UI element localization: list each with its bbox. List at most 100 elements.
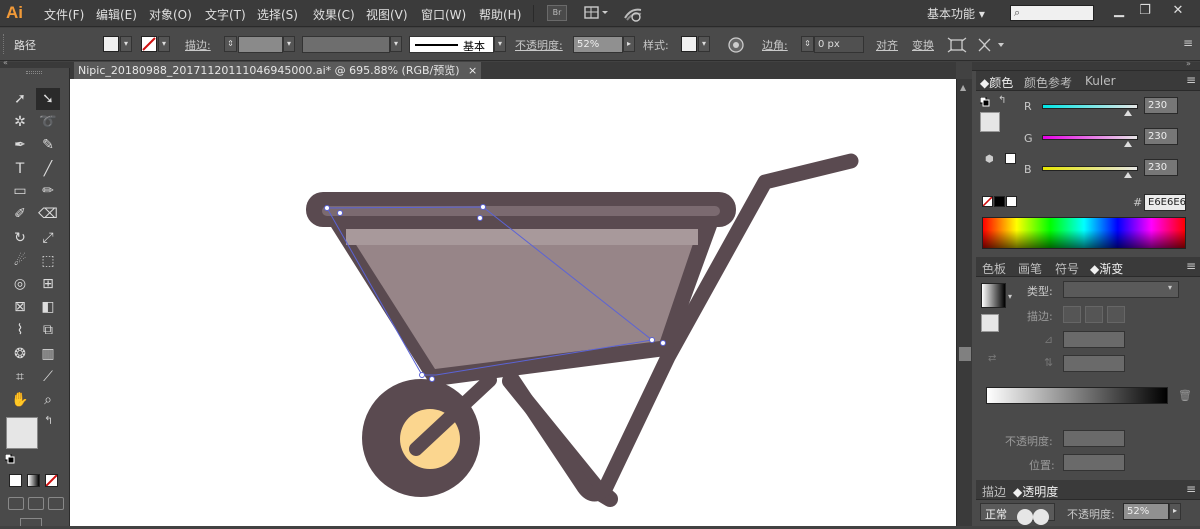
delete-stop-icon[interactable]: 🗑 <box>1178 389 1192 402</box>
brush-definition[interactable]: 基本 <box>409 36 494 53</box>
tab-gradient[interactable]: ◆渐变 <box>1090 260 1123 277</box>
slice-tool-icon[interactable]: ⟋ <box>36 366 60 388</box>
menu-window[interactable]: 窗口(W) <box>421 6 466 23</box>
direct-selection-tool-icon[interactable]: ➘ <box>36 88 60 110</box>
panel-menu-icon[interactable]: ≡ <box>1186 73 1196 87</box>
gradient-type-select[interactable]: ▾ <box>1063 281 1179 298</box>
blue-slider[interactable] <box>1042 166 1138 171</box>
menu-edit[interactable]: 编辑(E) <box>96 6 137 23</box>
gradient-panel-menu-icon[interactable]: ≡ <box>1186 259 1196 273</box>
graphic-style-swatch[interactable] <box>681 36 697 52</box>
tab-color-guide[interactable]: 颜色参考 <box>1024 74 1072 91</box>
magic-wand-tool-icon[interactable]: ✲ <box>8 111 32 133</box>
isolate-object-icon[interactable] <box>946 36 968 54</box>
stroke-weight-input[interactable] <box>238 36 283 53</box>
gradient-opacity-input[interactable] <box>1063 430 1125 447</box>
draw-inside-icon[interactable] <box>48 497 64 510</box>
artboard[interactable] <box>70 79 956 526</box>
aspect-ratio-input[interactable] <box>1063 355 1125 372</box>
tab-symbols[interactable]: 符号 <box>1055 260 1079 277</box>
web-safe-swatch[interactable] <box>1005 153 1016 164</box>
scroll-up-icon[interactable]: ▲ <box>960 83 966 92</box>
align-link[interactable]: 对齐 <box>876 37 898 53</box>
default-fill-stroke-icon[interactable] <box>979 96 990 107</box>
opacity-dropdown[interactable]: ▸ <box>623 36 635 52</box>
tab-stroke[interactable]: 描边 <box>982 483 1006 500</box>
transparency-opacity-dropdown[interactable]: ▸ <box>1169 503 1181 520</box>
menu-object[interactable]: 对象(O) <box>149 6 192 23</box>
curvature-tool-icon[interactable]: ✎ <box>36 134 60 156</box>
stroke-weight-stepper[interactable]: ⇕ <box>224 36 237 52</box>
tab-color[interactable]: ◆颜色 <box>980 74 1013 91</box>
menu-select[interactable]: 选择(S) <box>257 6 298 23</box>
transparency-opacity-input[interactable]: 52% <box>1123 503 1169 520</box>
scrollbar-thumb[interactable] <box>959 347 971 361</box>
warp-tool-icon[interactable]: ☄ <box>8 250 32 272</box>
pencil-tool-icon[interactable]: ✐ <box>8 203 32 225</box>
paintbrush-tool-icon[interactable]: ✏ <box>36 180 60 202</box>
stroke-swatch[interactable] <box>141 36 157 52</box>
draw-behind-icon[interactable] <box>28 497 44 510</box>
green-slider[interactable] <box>1042 135 1138 140</box>
brush-dropdown[interactable]: ▾ <box>494 36 506 52</box>
type-tool-icon[interactable]: T <box>8 158 32 180</box>
eraser-tool-icon[interactable]: ⌫ <box>36 203 60 225</box>
gradient-tool-icon[interactable]: ◧ <box>36 296 60 318</box>
corner-radius-input[interactable]: 0 px <box>814 36 864 53</box>
color-fill-proxy[interactable] <box>980 112 1000 132</box>
close-icon[interactable]: ✕ <box>1166 2 1190 20</box>
workspace-switcher[interactable]: 基本功能 ▾ <box>927 5 985 22</box>
variable-width-profile[interactable] <box>302 36 390 53</box>
opacity-input[interactable]: 52% <box>573 36 623 53</box>
corner-stepper[interactable]: ⇕ <box>801 36 814 52</box>
graphic-style-dropdown[interactable]: ▾ <box>698 36 710 52</box>
menu-type[interactable]: 文字(T) <box>205 6 246 23</box>
menu-effect[interactable]: 效果(C) <box>313 6 355 23</box>
variable-width-dropdown[interactable]: ▾ <box>390 36 402 52</box>
gradient-location-input[interactable] <box>1063 454 1125 471</box>
gradient-preview[interactable] <box>981 283 1006 308</box>
help-search-input[interactable]: ⌕ <box>1010 5 1094 21</box>
close-tab-icon[interactable]: × <box>468 62 477 79</box>
menu-file[interactable]: 文件(F) <box>44 6 84 23</box>
tab-transparency[interactable]: ◆透明度 <box>1013 483 1058 500</box>
red-value-input[interactable]: 230 <box>1144 97 1178 114</box>
line-segment-tool-icon[interactable]: ╱ <box>36 158 60 180</box>
stroke-weight-dropdown[interactable]: ▾ <box>283 36 295 52</box>
green-slider-knob[interactable] <box>1124 141 1132 147</box>
scale-tool-icon[interactable]: ⤢ <box>36 227 60 249</box>
hex-input[interactable]: E6E6E6 <box>1144 194 1186 211</box>
none-swatch[interactable] <box>982 196 993 207</box>
vertical-scrollbar[interactable]: ▲ <box>956 79 972 526</box>
default-colors-icon[interactable] <box>4 453 15 464</box>
gradient-preset-dropdown-icon[interactable]: ▾ <box>1008 292 1012 301</box>
gradient-slider[interactable] <box>986 387 1168 404</box>
eyedropper-tool-icon[interactable]: ⌇ <box>8 319 32 341</box>
white-swatch[interactable] <box>1006 196 1017 207</box>
lasso-tool-icon[interactable]: ➰ <box>36 111 60 133</box>
collapse-icon[interactable]: « <box>3 58 8 67</box>
color-spectrum[interactable] <box>982 217 1186 249</box>
free-transform-tool-icon[interactable]: ⬚ <box>36 250 60 272</box>
transparency-panel-menu-icon[interactable]: ≡ <box>1186 482 1196 496</box>
blend-mode-select[interactable]: 正常 <box>980 503 1055 525</box>
red-slider-knob[interactable] <box>1124 110 1132 116</box>
angle-input[interactable] <box>1063 331 1125 348</box>
control-menu-icon[interactable]: ≡ <box>1183 36 1195 54</box>
swap-colors-icon[interactable]: ↰ <box>998 95 1006 106</box>
swap-fill-stroke-icon[interactable]: ↰ <box>44 414 53 427</box>
black-swatch[interactable] <box>994 196 1005 207</box>
dock-expand-icon[interactable]: » <box>1186 59 1191 68</box>
zoom-tool-icon[interactable]: ⌕ <box>36 389 60 411</box>
symbol-sprayer-tool-icon[interactable]: ❂ <box>8 343 32 365</box>
minimize-icon[interactable]: ▁ <box>1107 2 1131 20</box>
corner-label[interactable]: 边角: <box>762 37 788 53</box>
tab-brushes[interactable]: 画笔 <box>1018 260 1042 277</box>
fill-color-proxy[interactable] <box>6 417 38 449</box>
blue-value-input[interactable]: 230 <box>1144 159 1178 176</box>
restore-icon[interactable]: ❐ <box>1133 2 1157 20</box>
gradient-mode-icon[interactable] <box>27 474 40 487</box>
menu-view[interactable]: 视图(V) <box>366 6 408 23</box>
hand-tool-icon[interactable]: ✋ <box>8 389 32 411</box>
none-mode-icon[interactable] <box>45 474 58 487</box>
